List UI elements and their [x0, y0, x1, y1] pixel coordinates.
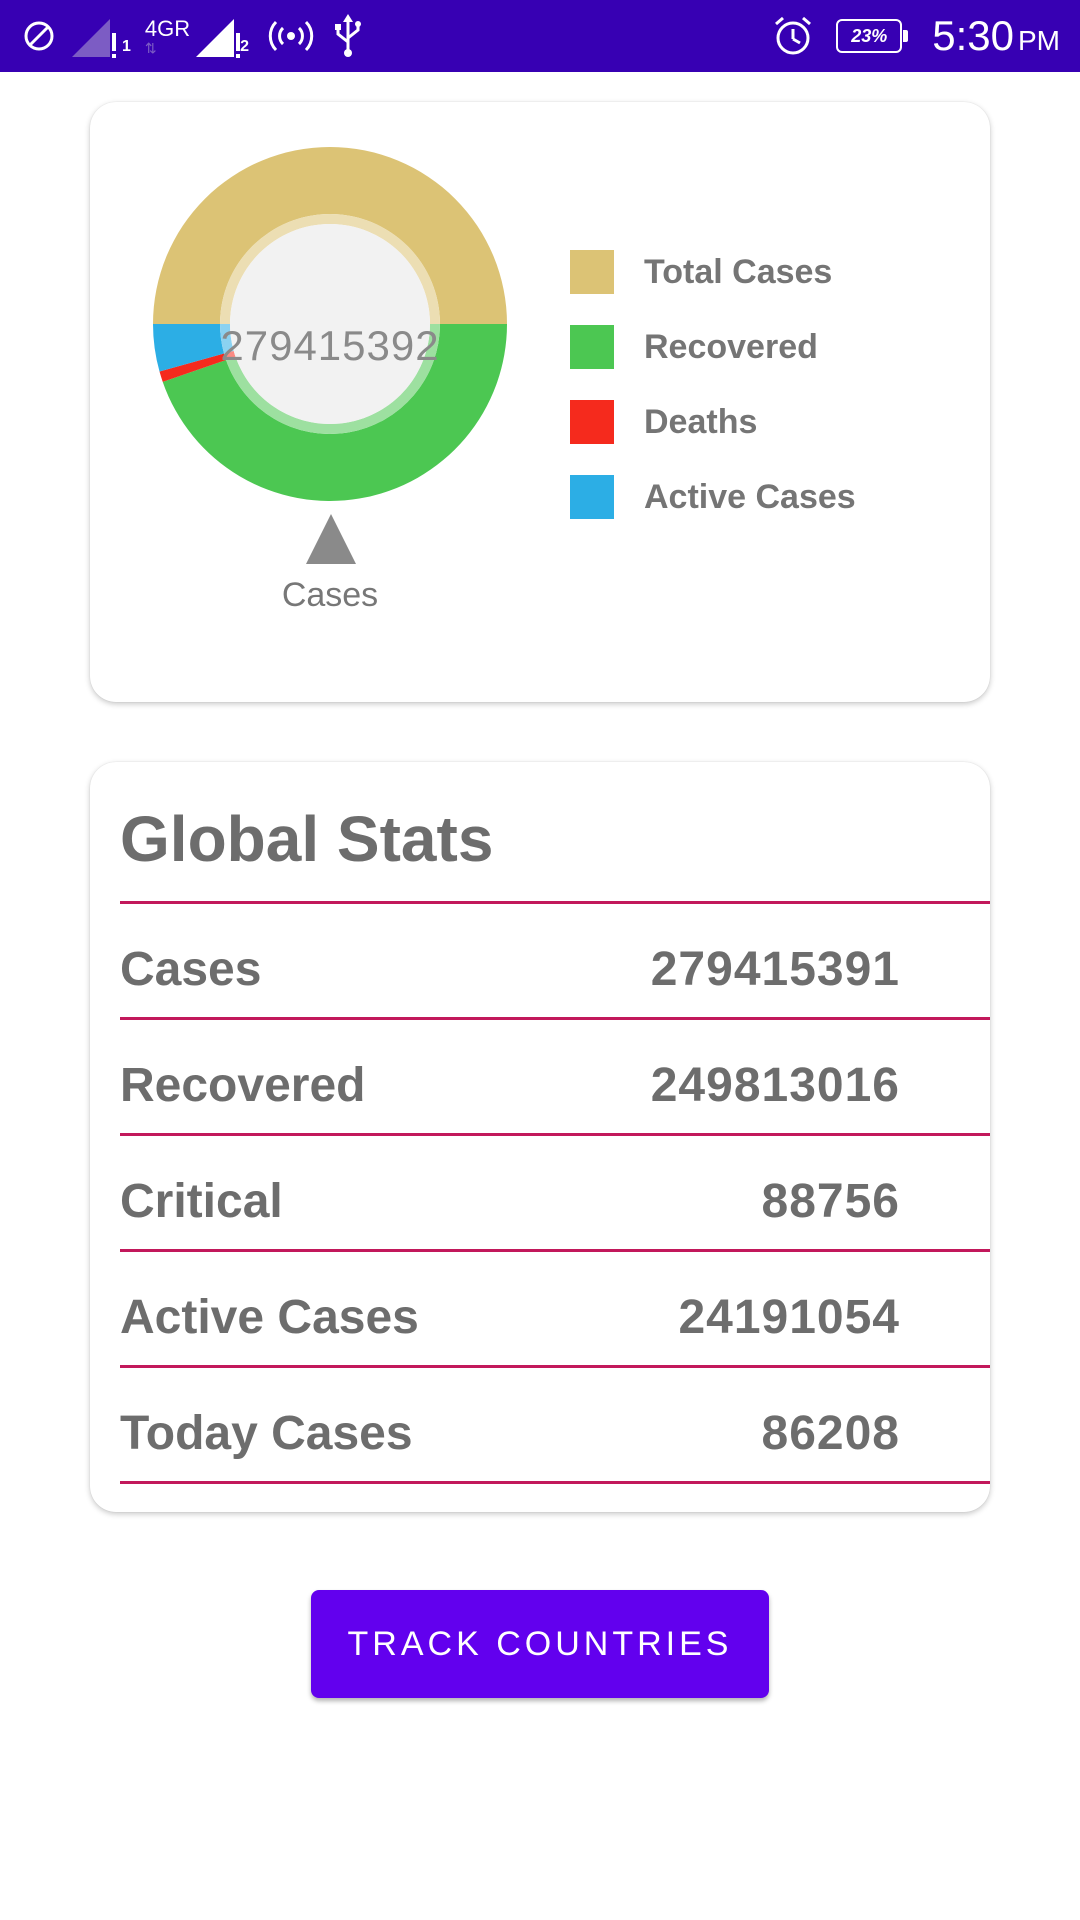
legend-item-total-cases: Total Cases [570, 250, 856, 294]
network-label: 4GR [144, 16, 191, 41]
stat-value: 24191054 [678, 1291, 900, 1344]
stat-row-recovered: Recovered 249813016 [120, 1020, 990, 1136]
network-type: 4GR ⇅ [144, 16, 191, 56]
stat-label: Recovered [120, 1059, 366, 1112]
battery-level: 23% [851, 25, 888, 46]
do-not-disturb-icon [22, 19, 56, 53]
stat-value: 88756 [761, 1175, 900, 1228]
legend-swatch [570, 325, 614, 369]
status-bar: 1 4GR ⇅ 2 23% 5:30 PM [0, 0, 1080, 72]
clock-ampm: PM [1018, 25, 1060, 56]
chart-legend: Total Cases Recovered Deaths Active Case… [570, 250, 856, 550]
signal-icon: 1 [70, 13, 131, 59]
hotspot-icon [263, 18, 319, 54]
usb-icon [333, 14, 363, 58]
stat-label: Active Cases [120, 1291, 419, 1344]
clock-time: 5:30 [932, 12, 1014, 59]
stat-row-active-cases: Active Cases 24191054 [120, 1252, 990, 1368]
sim2-label: 2 [240, 38, 250, 55]
stat-value: 279415391 [650, 943, 900, 996]
legend-swatch [570, 400, 614, 444]
stat-label: Today Cases [120, 1407, 413, 1460]
track-countries-button[interactable]: TRACK COUNTRIES [311, 1590, 769, 1698]
stat-row-cases: Cases 279415391 [120, 904, 990, 1020]
sim1-label: 1 [122, 38, 131, 55]
legend-item-deaths: Deaths [570, 400, 856, 444]
chart-description: Cases [281, 576, 379, 614]
legend-label: Deaths [644, 402, 758, 441]
divider [120, 1481, 990, 1484]
description-arrow-icon [306, 514, 356, 564]
legend-item-active-cases: Active Cases [570, 475, 856, 519]
legend-item-recovered: Recovered [570, 325, 856, 369]
stat-row-today-cases: Today Cases 86208 [120, 1368, 990, 1484]
chart-card: 279415392 Cases Total Cases Recovered De… [90, 102, 990, 702]
legend-swatch [570, 250, 614, 294]
legend-label: Total Cases [644, 252, 833, 291]
stat-value: 249813016 [650, 1059, 900, 1112]
global-stats-card: Global Stats Cases 279415391 Recovered 2… [90, 762, 990, 1512]
stat-label: Critical [120, 1175, 283, 1228]
stat-value: 86208 [761, 1407, 900, 1460]
battery-icon: 23% [836, 19, 909, 53]
stat-row-critical: Critical 88756 [120, 1136, 990, 1252]
legend-label: Recovered [644, 327, 818, 366]
stat-label: Cases [120, 943, 262, 996]
legend-swatch [570, 475, 614, 519]
chart-center-value: 279415392 [220, 322, 440, 369]
alarm-icon [772, 15, 814, 57]
legend-label: Active Cases [644, 477, 856, 516]
stats-title: Global Stats [120, 803, 494, 875]
signal-icon: 2 [194, 13, 249, 59]
